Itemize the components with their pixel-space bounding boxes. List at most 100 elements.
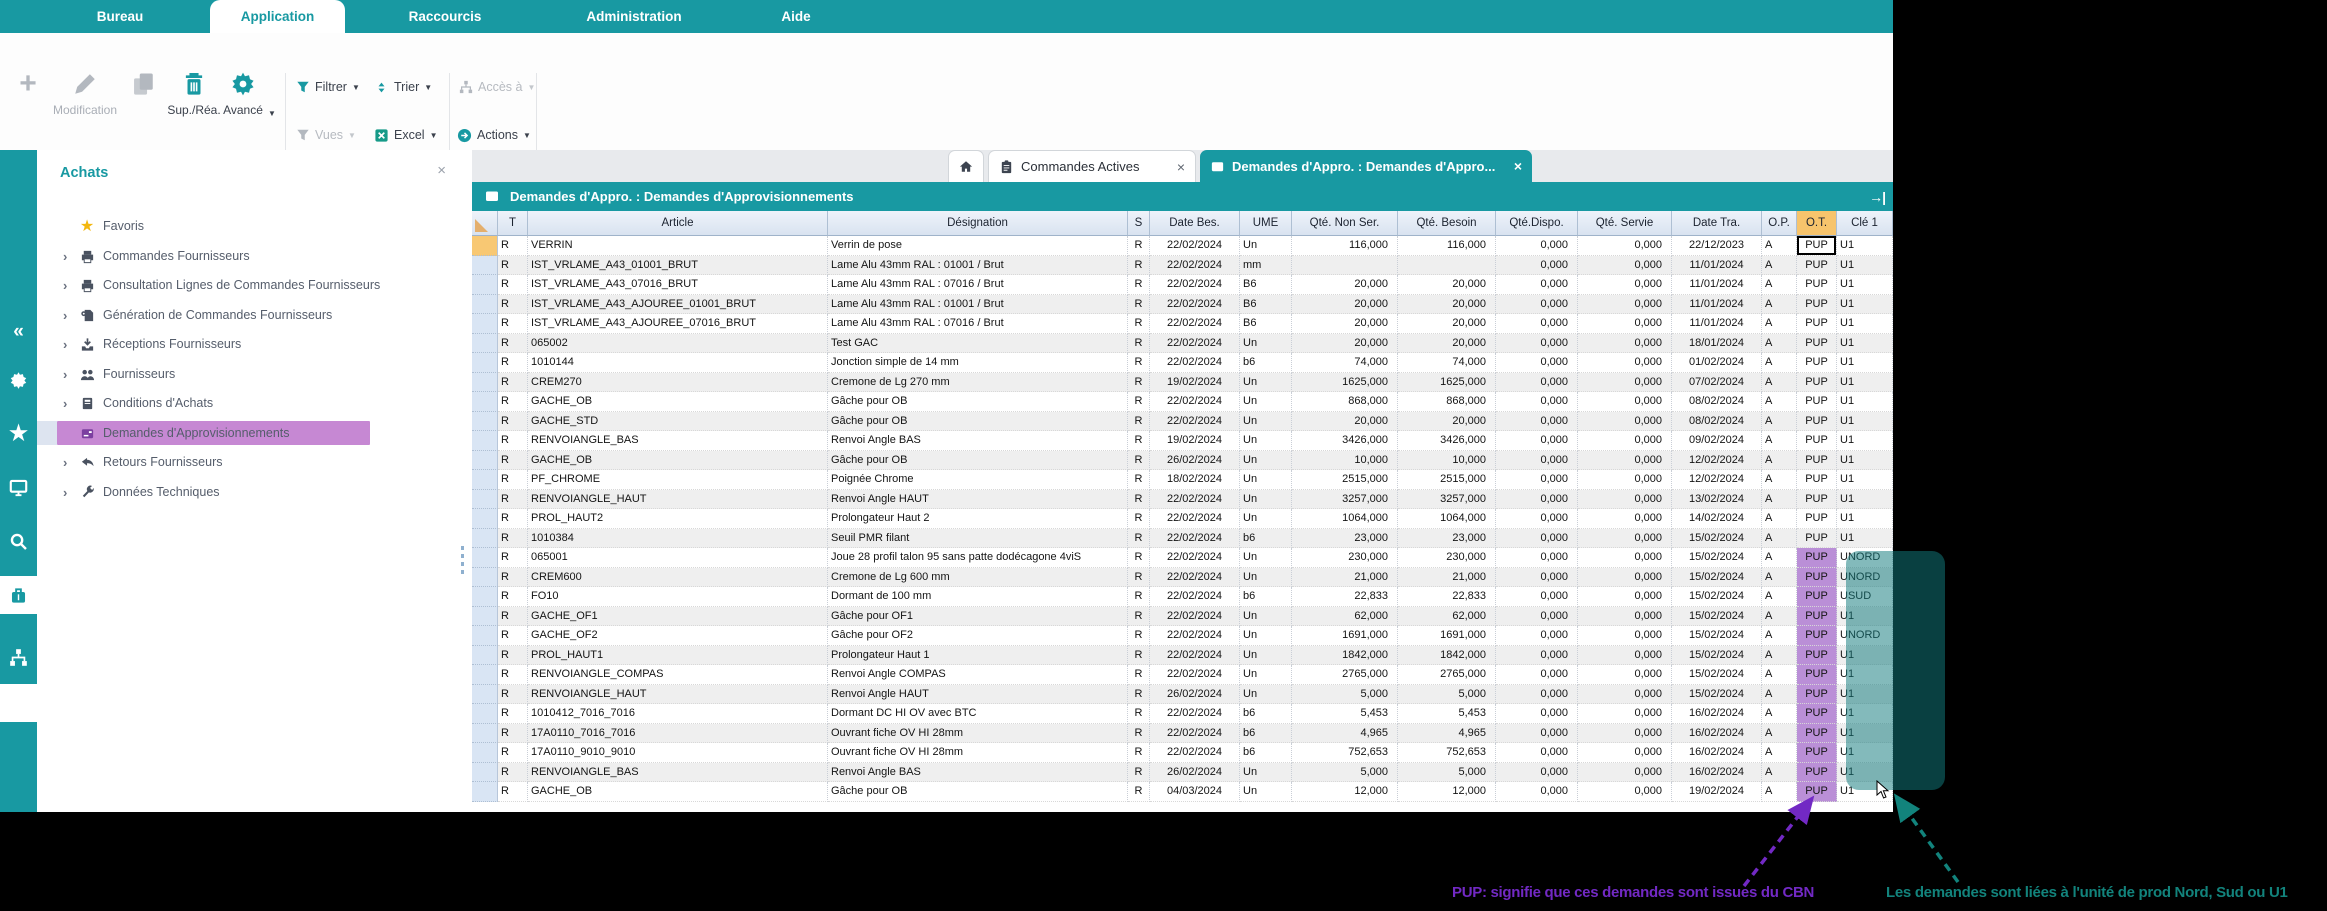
- cell-designation[interactable]: Jonction simple de 14 mm: [828, 353, 1128, 373]
- cell-date_bes[interactable]: 22/02/2024: [1150, 607, 1240, 627]
- cell-qte_dispo[interactable]: 0,000: [1496, 275, 1578, 295]
- cell-article[interactable]: RENVOIANGLE_HAUT: [528, 490, 828, 510]
- row-handle[interactable]: [472, 607, 498, 627]
- cell-date_bes[interactable]: 22/02/2024: [1150, 743, 1240, 763]
- cell-op[interactable]: A: [1762, 587, 1797, 607]
- close-icon[interactable]: ×: [1514, 158, 1522, 174]
- cell-qte_besoin[interactable]: 868,000: [1398, 392, 1496, 412]
- cell-ot[interactable]: PUP: [1797, 743, 1837, 763]
- cell-op[interactable]: A: [1762, 782, 1797, 802]
- row-handle[interactable]: [472, 392, 498, 412]
- cell-ot[interactable]: PUP: [1797, 568, 1837, 588]
- table-row[interactable]: RIST_VRLAME_A43_AJOUREE_07016_BRUTLame A…: [472, 314, 1893, 334]
- cell-qte_servie[interactable]: 0,000: [1578, 548, 1672, 568]
- cell-article[interactable]: CREM600: [528, 568, 828, 588]
- cell-t[interactable]: R: [498, 470, 528, 490]
- rail-item-search[interactable]: [0, 522, 37, 560]
- cell-ume[interactable]: Un: [1240, 392, 1292, 412]
- cell-qte_non_ser[interactable]: 4,965: [1292, 724, 1398, 744]
- cell-ot[interactable]: PUP: [1797, 431, 1837, 451]
- cell-s[interactable]: R: [1128, 587, 1150, 607]
- cell-t[interactable]: R: [498, 529, 528, 549]
- cell-s[interactable]: R: [1128, 275, 1150, 295]
- cell-ot[interactable]: PUP: [1797, 256, 1837, 276]
- cell-date_bes[interactable]: 22/02/2024: [1150, 236, 1240, 256]
- cell-qte_besoin[interactable]: 20,000: [1398, 314, 1496, 334]
- row-handle[interactable]: [472, 256, 498, 276]
- cell-date_bes[interactable]: 22/02/2024: [1150, 548, 1240, 568]
- cell-cle1[interactable]: U1: [1837, 665, 1893, 685]
- cell-date_tra[interactable]: 15/02/2024: [1672, 665, 1762, 685]
- cell-qte_non_ser[interactable]: 2515,000: [1292, 470, 1398, 490]
- cell-s[interactable]: R: [1128, 704, 1150, 724]
- cell-t[interactable]: R: [498, 626, 528, 646]
- cell-qte_servie[interactable]: 0,000: [1578, 392, 1672, 412]
- cell-ot[interactable]: PUP: [1797, 412, 1837, 432]
- expander-icon[interactable]: ›: [63, 278, 77, 293]
- cell-qte_dispo[interactable]: 0,000: [1496, 782, 1578, 802]
- row-handle[interactable]: [472, 626, 498, 646]
- cell-op[interactable]: A: [1762, 373, 1797, 393]
- cell-date_tra[interactable]: 15/02/2024: [1672, 529, 1762, 549]
- cell-cle1[interactable]: U1: [1837, 373, 1893, 393]
- cell-qte_besoin[interactable]: 20,000: [1398, 295, 1496, 315]
- cell-ot[interactable]: PUP: [1797, 392, 1837, 412]
- cell-qte_dispo[interactable]: 0,000: [1496, 529, 1578, 549]
- row-handle[interactable]: [472, 353, 498, 373]
- cell-designation[interactable]: Cremone de Lg 270 mm: [828, 373, 1128, 393]
- cell-qte_servie[interactable]: 0,000: [1578, 704, 1672, 724]
- cell-s[interactable]: R: [1128, 490, 1150, 510]
- cell-qte_dispo[interactable]: 0,000: [1496, 724, 1578, 744]
- cell-date_tra[interactable]: 11/01/2024: [1672, 314, 1762, 334]
- cell-qte_non_ser[interactable]: 752,653: [1292, 743, 1398, 763]
- cell-qte_besoin[interactable]: 1842,000: [1398, 646, 1496, 666]
- cell-cle1[interactable]: U1: [1837, 724, 1893, 744]
- cell-cle1[interactable]: U1: [1837, 763, 1893, 783]
- cell-op[interactable]: A: [1762, 334, 1797, 354]
- rail-item-star[interactable]: ★: [0, 414, 37, 452]
- cell-date_bes[interactable]: 19/02/2024: [1150, 431, 1240, 451]
- cell-date_tra[interactable]: 14/02/2024: [1672, 509, 1762, 529]
- cell-qte_servie[interactable]: 0,000: [1578, 373, 1672, 393]
- cell-designation[interactable]: Gâche pour OB: [828, 392, 1128, 412]
- cell-cle1[interactable]: U1: [1837, 607, 1893, 627]
- cell-ot[interactable]: PUP: [1797, 314, 1837, 334]
- cell-date_bes[interactable]: 22/02/2024: [1150, 295, 1240, 315]
- cell-qte_besoin[interactable]: 74,000: [1398, 353, 1496, 373]
- cell-qte_besoin[interactable]: 12,000: [1398, 782, 1496, 802]
- column-header-t[interactable]: T: [498, 211, 528, 236]
- cell-ume[interactable]: Un: [1240, 665, 1292, 685]
- cell-date_bes[interactable]: 26/02/2024: [1150, 451, 1240, 471]
- cell-qte_besoin[interactable]: 1064,000: [1398, 509, 1496, 529]
- cell-designation[interactable]: Cremone de Lg 600 mm: [828, 568, 1128, 588]
- cell-date_tra[interactable]: 19/02/2024: [1672, 782, 1762, 802]
- cell-article[interactable]: GACHE_OB: [528, 451, 828, 471]
- cell-t[interactable]: R: [498, 451, 528, 471]
- cell-designation[interactable]: Test GAC: [828, 334, 1128, 354]
- cell-qte_non_ser[interactable]: 74,000: [1292, 353, 1398, 373]
- table-row[interactable]: R17A0110_9010_9010Ouvrant fiche OV HI 28…: [472, 743, 1893, 763]
- cell-qte_servie[interactable]: 0,000: [1578, 646, 1672, 666]
- cell-qte_servie[interactable]: 0,000: [1578, 490, 1672, 510]
- cell-cle1[interactable]: U1: [1837, 470, 1893, 490]
- cell-ot[interactable]: PUP: [1797, 373, 1837, 393]
- cell-s[interactable]: R: [1128, 724, 1150, 744]
- cell-qte_dispo[interactable]: 0,000: [1496, 314, 1578, 334]
- cell-designation[interactable]: Renvoi Angle BAS: [828, 763, 1128, 783]
- column-header-cle1[interactable]: Clé 1: [1837, 211, 1893, 236]
- cell-s[interactable]: R: [1128, 685, 1150, 705]
- cell-ot[interactable]: PUP: [1797, 763, 1837, 783]
- tab-overflow-icon[interactable]: →|: [1869, 189, 1885, 205]
- rail-item-collapse-left[interactable]: «: [0, 313, 37, 351]
- cell-op[interactable]: A: [1762, 490, 1797, 510]
- cell-qte_non_ser[interactable]: 116,000: [1292, 236, 1398, 256]
- table-row[interactable]: RPROL_HAUT2Prolongateur Haut 2R22/02/202…: [472, 509, 1893, 529]
- row-handle[interactable]: [472, 295, 498, 315]
- cell-s[interactable]: R: [1128, 529, 1150, 549]
- row-handle[interactable]: [472, 587, 498, 607]
- advanced-button[interactable]: Avancé: [214, 71, 272, 117]
- sidebar-item-donn-es-techniques[interactable]: ›Données Techniques: [37, 480, 460, 504]
- cell-ume[interactable]: Un: [1240, 646, 1292, 666]
- cell-qte_besoin[interactable]: 3257,000: [1398, 490, 1496, 510]
- menu-item-bureau[interactable]: Bureau: [80, 0, 160, 33]
